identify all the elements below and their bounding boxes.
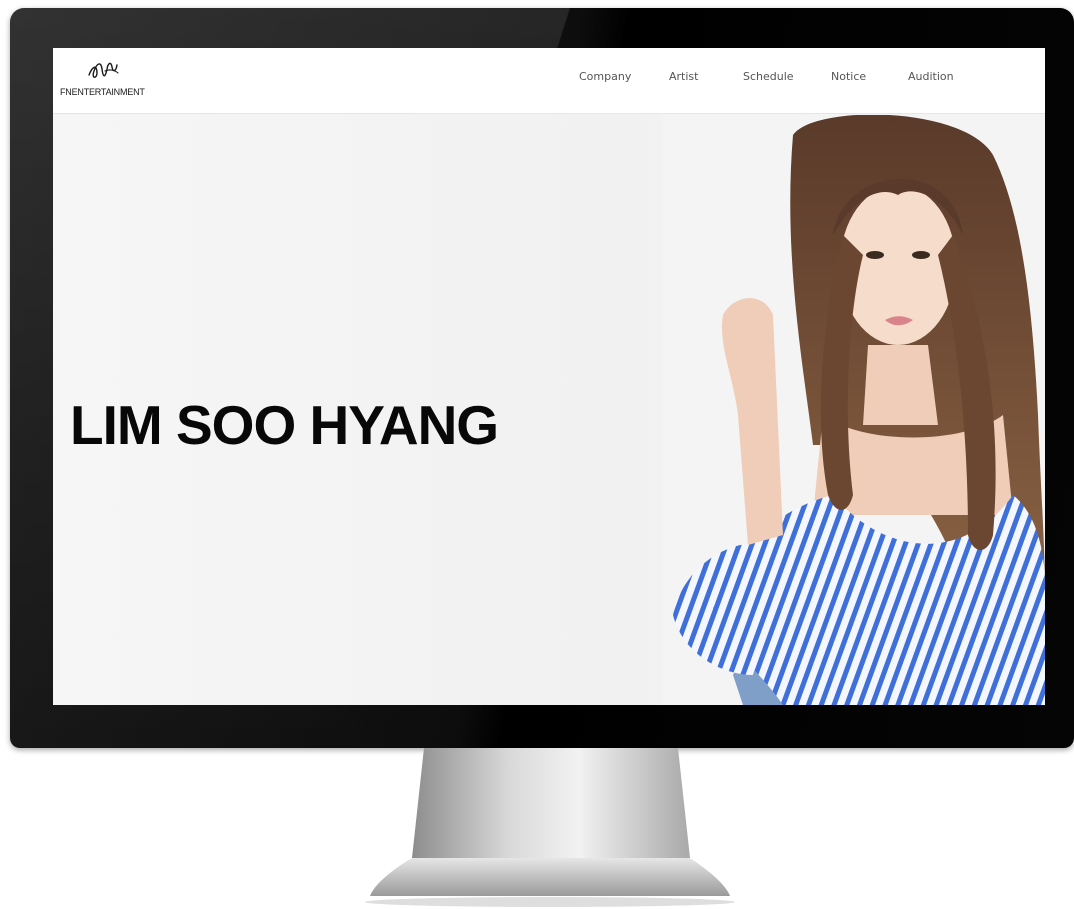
monitor-stand [365, 748, 735, 907]
main-nav: Company Artist Schedule Notice Audition [53, 70, 1045, 90]
monitor-screen: FNENTERTAINMENT Company Artist Schedule … [53, 48, 1045, 705]
hero-section: LIM SOO HYANG [53, 115, 1045, 705]
nav-notice[interactable]: Notice [831, 70, 866, 83]
nav-audition[interactable]: Audition [908, 70, 954, 83]
artist-name-heading: LIM SOO HYANG [70, 394, 499, 456]
site-header: FNENTERTAINMENT Company Artist Schedule … [53, 48, 1045, 114]
nav-artist[interactable]: Artist [669, 70, 698, 83]
artist-portrait-image [663, 115, 1045, 705]
nav-company[interactable]: Company [579, 70, 631, 83]
nav-schedule[interactable]: Schedule [743, 70, 794, 83]
